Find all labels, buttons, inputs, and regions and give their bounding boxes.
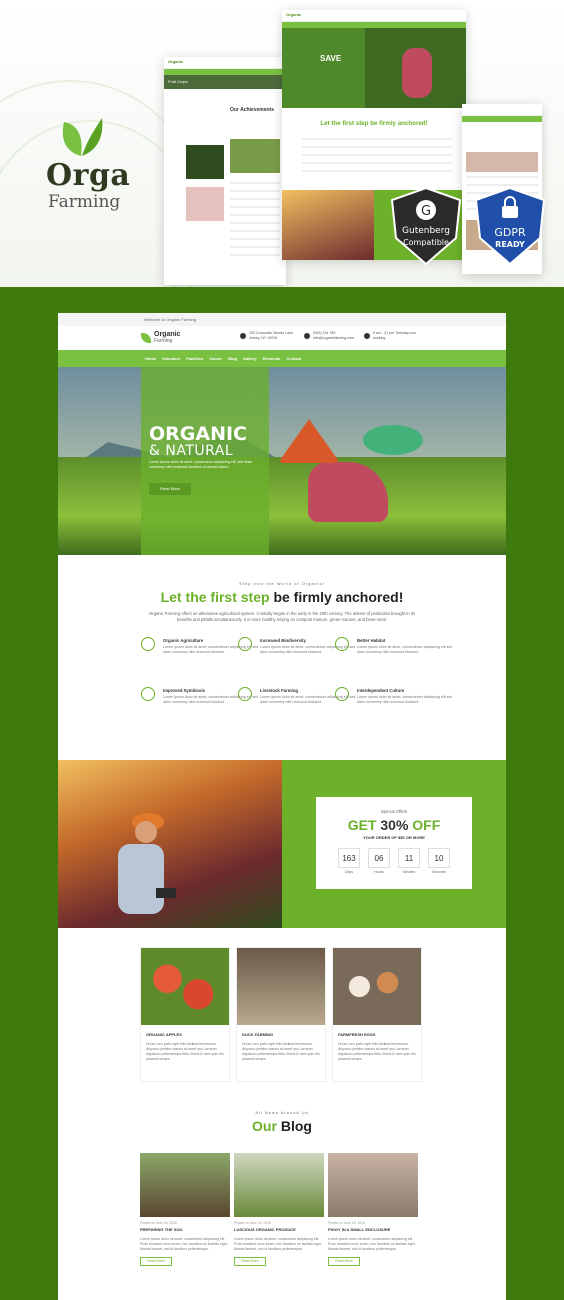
product-card[interactable]: DUCK FARMING Donec nec justo eget felis f… <box>236 947 326 1082</box>
phone-icon <box>304 333 310 339</box>
special-offer-section: Special Offers GET 30% OFF YOUR ORDER OF… <box>58 760 506 928</box>
globe-icon <box>238 637 252 651</box>
svg-text:G: G <box>421 204 431 219</box>
site-header: Organic Farming 153 Corporate Woods Lane J… <box>58 326 506 350</box>
mockup-header: Organic <box>282 10 466 22</box>
blog-heading: All News Around Us Our Blog <box>58 1110 506 1134</box>
nav-home[interactable]: Home <box>145 356 156 361</box>
leaf-icon <box>62 118 103 156</box>
product-card[interactable]: FARMFRESH EGGS Donec nec justo eget felis… <box>332 947 422 1082</box>
hero-title: ORGANIC <box>149 423 247 445</box>
intro-kicker: Step into the World of Organic! <box>239 581 325 586</box>
gutenberg-label-2: Compatible <box>403 238 449 247</box>
logo-subtext: Farming <box>154 338 173 344</box>
logo-text: Organic <box>154 331 181 338</box>
nav-facilities[interactable]: Facilities <box>186 356 203 361</box>
offer-card: Special Offers GET 30% OFF YOUR ORDER OF… <box>316 797 472 889</box>
intro-title: Let the first step be firmly anchored! <box>160 589 404 605</box>
read-more-button[interactable]: Read More <box>140 1257 172 1266</box>
nav-career[interactable]: Career <box>209 356 222 361</box>
nav-contact[interactable]: Contact <box>286 356 301 361</box>
gdpr-badge: GDPR READY <box>474 186 546 266</box>
address-block: 153 Corporate Woods Lane Jersey, NY 10026 <box>240 331 293 341</box>
plant-icon <box>335 637 349 651</box>
farmer-figure <box>363 425 423 455</box>
blog-kicker: All News Around Us <box>255 1110 309 1115</box>
intro-section: Step into the World of Organic! Let the … <box>58 581 506 623</box>
product-card[interactable]: ORGANIC APPLES Donec nec justo eget felis… <box>140 947 230 1082</box>
hero-slider: ORGANIC & NATURAL Lorem ipsum dolor sit … <box>58 367 506 555</box>
countdown-seconds: 10 <box>428 848 450 868</box>
brand-sub: Farming <box>48 192 121 212</box>
promo-banner: Orga Farming Organic Fruit Crops Our Ach… <box>0 0 564 287</box>
mockup-save: SAVE <box>320 54 342 63</box>
gutenberg-label: Gutenberg <box>402 226 450 236</box>
farmer-figure <box>118 813 176 914</box>
hours-block: 9 am - 21 pm Tuesday-sun working <box>364 331 416 341</box>
farmer-photo <box>58 760 282 928</box>
read-more-button[interactable]: Read More <box>234 1257 266 1266</box>
offer-headline: GET 30% OFF <box>347 817 441 833</box>
cow-icon <box>238 687 252 701</box>
mockup-header: Organic <box>164 57 286 69</box>
countdown-minutes: 11 <box>398 848 420 868</box>
leaf-icon <box>141 332 151 343</box>
countdown-hours: 06 <box>368 848 390 868</box>
post-image[interactable] <box>234 1153 324 1217</box>
mockup-headline: Let the first step be firmly anchored! <box>320 120 428 127</box>
gdpr-label-2: READY <box>495 240 525 249</box>
apples-image <box>141 948 229 1025</box>
offer-note: YOUR ORDER OF $50 OR MORE <box>363 835 425 840</box>
clock-icon <box>364 333 370 339</box>
nav-volunteer[interactable]: Volunteer <box>162 356 180 361</box>
welcome-bar: Welcome to Organic Farming <box>58 313 506 326</box>
hero-text: Lorem ipsum dolor sit amet, consectetur … <box>149 460 253 469</box>
hero-subtitle: & NATURAL <box>149 443 234 459</box>
brand-name: Orga <box>46 158 131 193</box>
nav-gallery[interactable]: Gallery <box>243 356 257 361</box>
sprout-icon <box>141 637 155 651</box>
mockup-crops-title: Fruit Crops <box>164 75 286 89</box>
blog-post: Posted on June 18, 2018 PIGGY IN A SMALL … <box>328 1153 418 1266</box>
blog-post: Posted on June 18, 2018 LUSCIOUS ORGANIC … <box>234 1153 324 1266</box>
hero-read-more-button[interactable]: Read More <box>149 483 191 495</box>
ducks-image <box>237 948 325 1025</box>
nav-blog[interactable]: Blog <box>228 356 237 361</box>
mockup-achievements: Our Achievements <box>230 107 274 113</box>
hand-leaf-icon <box>141 687 155 701</box>
mockup-inner-page: Organic Fruit Crops Our Achievements <box>164 57 286 285</box>
nav-elements[interactable]: Elements <box>263 356 281 361</box>
blog-posts: Posted on June 18, 2018 PREPARING THE SOI… <box>140 1153 422 1266</box>
main-nav: Home Volunteer Facilities Career Blog Ga… <box>58 350 506 367</box>
phone-block: (000) 234 789 info@organicfarming.com <box>304 331 354 341</box>
seedling-icon <box>335 687 349 701</box>
blog-post: Posted on June 18, 2018 PREPARING THE SOI… <box>140 1153 230 1266</box>
site-logo[interactable]: Organic Farming <box>141 331 180 344</box>
eggs-image <box>333 948 421 1025</box>
countdown-days: 163 <box>338 848 360 868</box>
blog-title: Our Blog <box>252 1118 312 1134</box>
features-grid: Organic Agriculture Lorem ipsum dolor sit… <box>58 623 506 733</box>
site-preview: Welcome to Organic Farming Organic Farmin… <box>58 313 506 1300</box>
products-row: ORGANIC APPLES Donec nec justo eget felis… <box>140 947 428 1082</box>
offer-kicker: Special Offers <box>380 809 408 814</box>
post-image[interactable] <box>328 1153 418 1217</box>
gutenberg-badge: G Gutenberg Compatible <box>390 186 462 266</box>
countdown: 163 Days 06 Hours 11 Minutes 10 Seconds <box>316 848 472 874</box>
location-pin-icon <box>240 333 246 339</box>
read-more-button[interactable]: Read More <box>328 1257 360 1266</box>
post-image[interactable] <box>140 1153 230 1217</box>
gdpr-label: GDPR <box>494 226 526 239</box>
intro-text: Organic Farming offers an alternative ag… <box>148 611 416 622</box>
